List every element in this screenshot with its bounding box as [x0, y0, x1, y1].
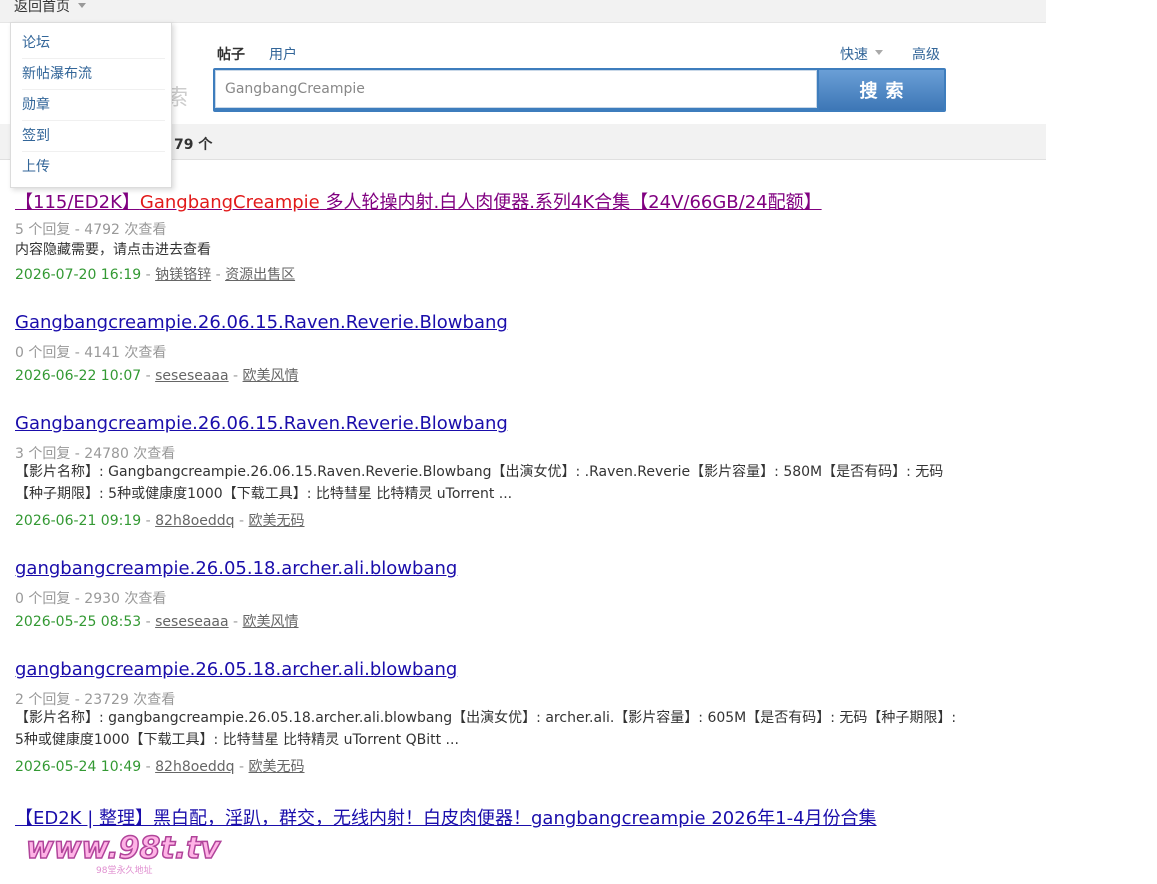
result-footer: 2026-06-21 09:19 - 82h8oeddq - 欧美无码 [15, 510, 305, 530]
forum-link[interactable]: 欧美风情 [243, 368, 299, 384]
author-link[interactable]: seseseaaa [155, 614, 228, 630]
search-box: 搜索 [213, 68, 946, 112]
result-item: gangbangcreampie.26.05.18.archer.ali.blo… [15, 558, 975, 630]
result-date: 2026-05-24 10:49 [15, 759, 142, 775]
site-watermark-logo: www.98t.tv 98堂永久地址 [25, 830, 222, 876]
footer-separator: - [141, 267, 156, 283]
menu-item-checkin[interactable]: 签到 [22, 121, 165, 152]
footer-separator: - [141, 368, 156, 384]
footer-separator: - [141, 513, 156, 529]
forum-link[interactable]: 欧美无码 [249, 759, 305, 775]
result-footer: 2026-06-22 10:07 - seseseaaa - 欧美风情 [15, 365, 299, 385]
result-desc: 【影片名称】: Gangbangcreampie.26.06.15.Raven.… [15, 464, 944, 502]
advanced-search-link[interactable]: 高级 [912, 44, 940, 64]
result-stats: 5 个回复 - 4792 次查看 [15, 222, 167, 238]
footer-separator: - [211, 267, 226, 283]
result-date: 2026-07-20 16:19 [15, 267, 142, 283]
search-button[interactable]: 搜索 [819, 70, 944, 110]
author-link[interactable]: 82h8oeddq [155, 513, 234, 529]
result-footer: 2026-05-24 10:49 - 82h8oeddq - 欧美无码 [15, 756, 305, 776]
result-footer: 2026-07-20 16:19 - 钠镁铬锌 - 资源出售区 [15, 264, 295, 284]
result-stats: 2 个回复 - 23729 次查看 [15, 692, 176, 708]
svg-text:www.98t.tv: www.98t.tv [26, 831, 221, 866]
search-input[interactable] [215, 70, 817, 108]
tab-users[interactable]: 用户 [269, 44, 297, 64]
result-stats: 0 个回复 - 4141 次查看 [15, 345, 167, 361]
menu-item-waterfall[interactable]: 新帖瀑布流 [22, 59, 165, 90]
author-link[interactable]: seseseaaa [155, 368, 228, 384]
result-title-link[interactable]: 【115/ED2K】GangbangCreampie 多人轮操内射.白人肉便器.… [15, 192, 822, 213]
title-highlight: GangbangCreampie [139, 192, 320, 213]
menu-item-forum[interactable]: 论坛 [22, 28, 165, 59]
result-date: 2026-06-22 10:07 [15, 368, 142, 384]
top-bar: 返回首页 [0, 0, 1046, 23]
result-date: 2026-05-25 08:53 [15, 614, 142, 630]
result-title-link[interactable]: gangbangcreampie.26.05.18.archer.ali.blo… [15, 659, 457, 680]
forum-link[interactable]: 欧美风情 [243, 614, 299, 630]
result-stats: 0 个回复 - 2930 次查看 [15, 591, 167, 607]
result-item: Gangbangcreampie.26.06.15.Raven.Reverie.… [15, 312, 975, 384]
result-item: Gangbangcreampie.26.06.15.Raven.Reverie.… [15, 413, 975, 529]
result-item: gangbangcreampie.26.05.18.archer.ali.blo… [15, 659, 975, 775]
footer-separator: - [141, 759, 156, 775]
result-stats: 3 个回复 - 24780 次查看 [15, 446, 176, 462]
author-link[interactable]: 钠镁铬锌 [155, 267, 211, 283]
tab-posts[interactable]: 帖子 [217, 44, 245, 64]
result-desc: 【影片名称】: gangbangcreampie.26.05.18.archer… [15, 710, 957, 748]
footer-separator: - [228, 368, 243, 384]
result-footer: 2026-05-25 08:53 - seseseaaa - 欧美风情 [15, 611, 299, 631]
menu-item-medals[interactable]: 勋章 [22, 90, 165, 121]
footer-separator: - [228, 614, 243, 630]
result-date: 2026-06-21 09:19 [15, 513, 142, 529]
footer-separator: - [141, 614, 156, 630]
footer-separator: - [234, 513, 249, 529]
home-link[interactable]: 返回首页 [14, 0, 70, 14]
nav-dropdown-menu: 论坛 新帖瀑布流 勋章 签到 上传 [10, 22, 172, 188]
title-prefix: 【115/ED2K】 [15, 192, 140, 213]
footer-separator: - [234, 759, 249, 775]
chevron-down-icon[interactable] [875, 50, 883, 55]
result-title-link[interactable]: Gangbangcreampie.26.06.15.Raven.Reverie.… [15, 312, 508, 333]
result-item: 【115/ED2K】GangbangCreampie 多人轮操内射.白人肉便器.… [15, 188, 975, 283]
forum-link[interactable]: 资源出售区 [225, 267, 295, 283]
svg-text:98堂永久地址: 98堂永久地址 [96, 864, 152, 876]
quick-search-link[interactable]: 快速 [840, 44, 868, 64]
forum-link[interactable]: 欧美无码 [249, 513, 305, 529]
chevron-down-icon[interactable] [78, 3, 86, 8]
result-title-link[interactable]: gangbangcreampie.26.05.18.archer.ali.blo… [15, 558, 457, 579]
author-link[interactable]: 82h8oeddq [155, 759, 234, 775]
menu-item-upload[interactable]: 上传 [22, 152, 165, 182]
result-desc: 内容隐藏需要，请点击进去查看 [15, 242, 211, 258]
result-title-link[interactable]: Gangbangcreampie.26.06.15.Raven.Reverie.… [15, 413, 508, 434]
title-suffix: 多人轮操内射.白人肉便器.系列4K合集【24V/66GB/24配额】 [319, 192, 822, 213]
